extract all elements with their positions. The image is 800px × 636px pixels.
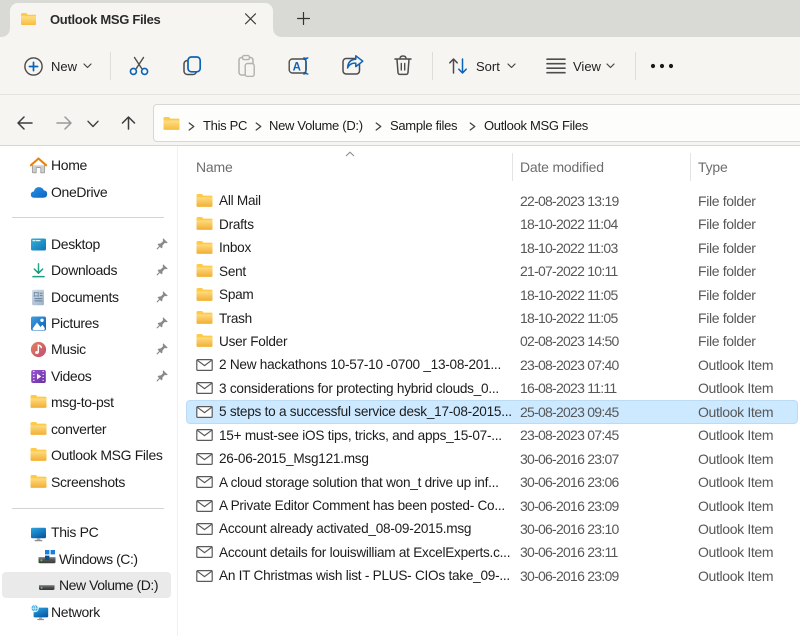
svg-text:A: A xyxy=(293,61,301,73)
